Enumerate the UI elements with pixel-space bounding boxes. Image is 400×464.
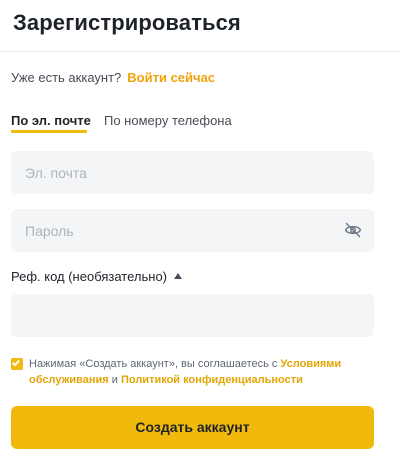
caret-up-icon[interactable] xyxy=(174,273,182,279)
page-header: Зарегистрироваться xyxy=(0,0,400,52)
terms-checkbox[interactable] xyxy=(11,358,23,370)
create-account-button[interactable]: Создать аккаунт xyxy=(11,406,374,449)
eye-off-icon[interactable] xyxy=(344,222,362,238)
tab-phone[interactable]: По номеру телефона xyxy=(104,113,232,128)
active-tab-indicator xyxy=(11,130,87,133)
password-placeholder: Пароль xyxy=(25,223,74,239)
terms-text-before: Нажимая «Создать аккаунт», вы соглашаете… xyxy=(29,358,281,370)
ref-code-toggle[interactable]: Реф. код (необязательно) xyxy=(11,269,182,284)
password-field[interactable]: Пароль xyxy=(11,209,374,252)
page-title: Зарегистрироваться xyxy=(13,10,241,35)
tab-phone-label: По номеру телефона xyxy=(104,113,232,128)
ref-code-field[interactable] xyxy=(11,294,374,337)
checkmark-icon xyxy=(12,358,20,367)
login-now-link[interactable]: Войти сейчас xyxy=(127,70,215,85)
terms-agreement-text: Нажимая «Создать аккаунт», вы соглашаете… xyxy=(29,356,374,388)
login-prompt-text: Уже есть аккаунт? xyxy=(11,70,122,85)
ref-code-label: Реф. код (необязательно) xyxy=(11,269,167,284)
login-prompt-row: Уже есть аккаунт? Войти сейчас xyxy=(11,70,215,85)
privacy-policy-link[interactable]: Политикой конфиденциальности xyxy=(121,374,303,386)
email-field[interactable]: Эл. почта xyxy=(11,151,374,194)
email-placeholder: Эл. почта xyxy=(25,165,87,181)
tab-email-label: По эл. почте xyxy=(11,113,91,128)
terms-conjunction: и xyxy=(108,374,121,386)
tab-email[interactable]: По эл. почте xyxy=(11,113,91,133)
